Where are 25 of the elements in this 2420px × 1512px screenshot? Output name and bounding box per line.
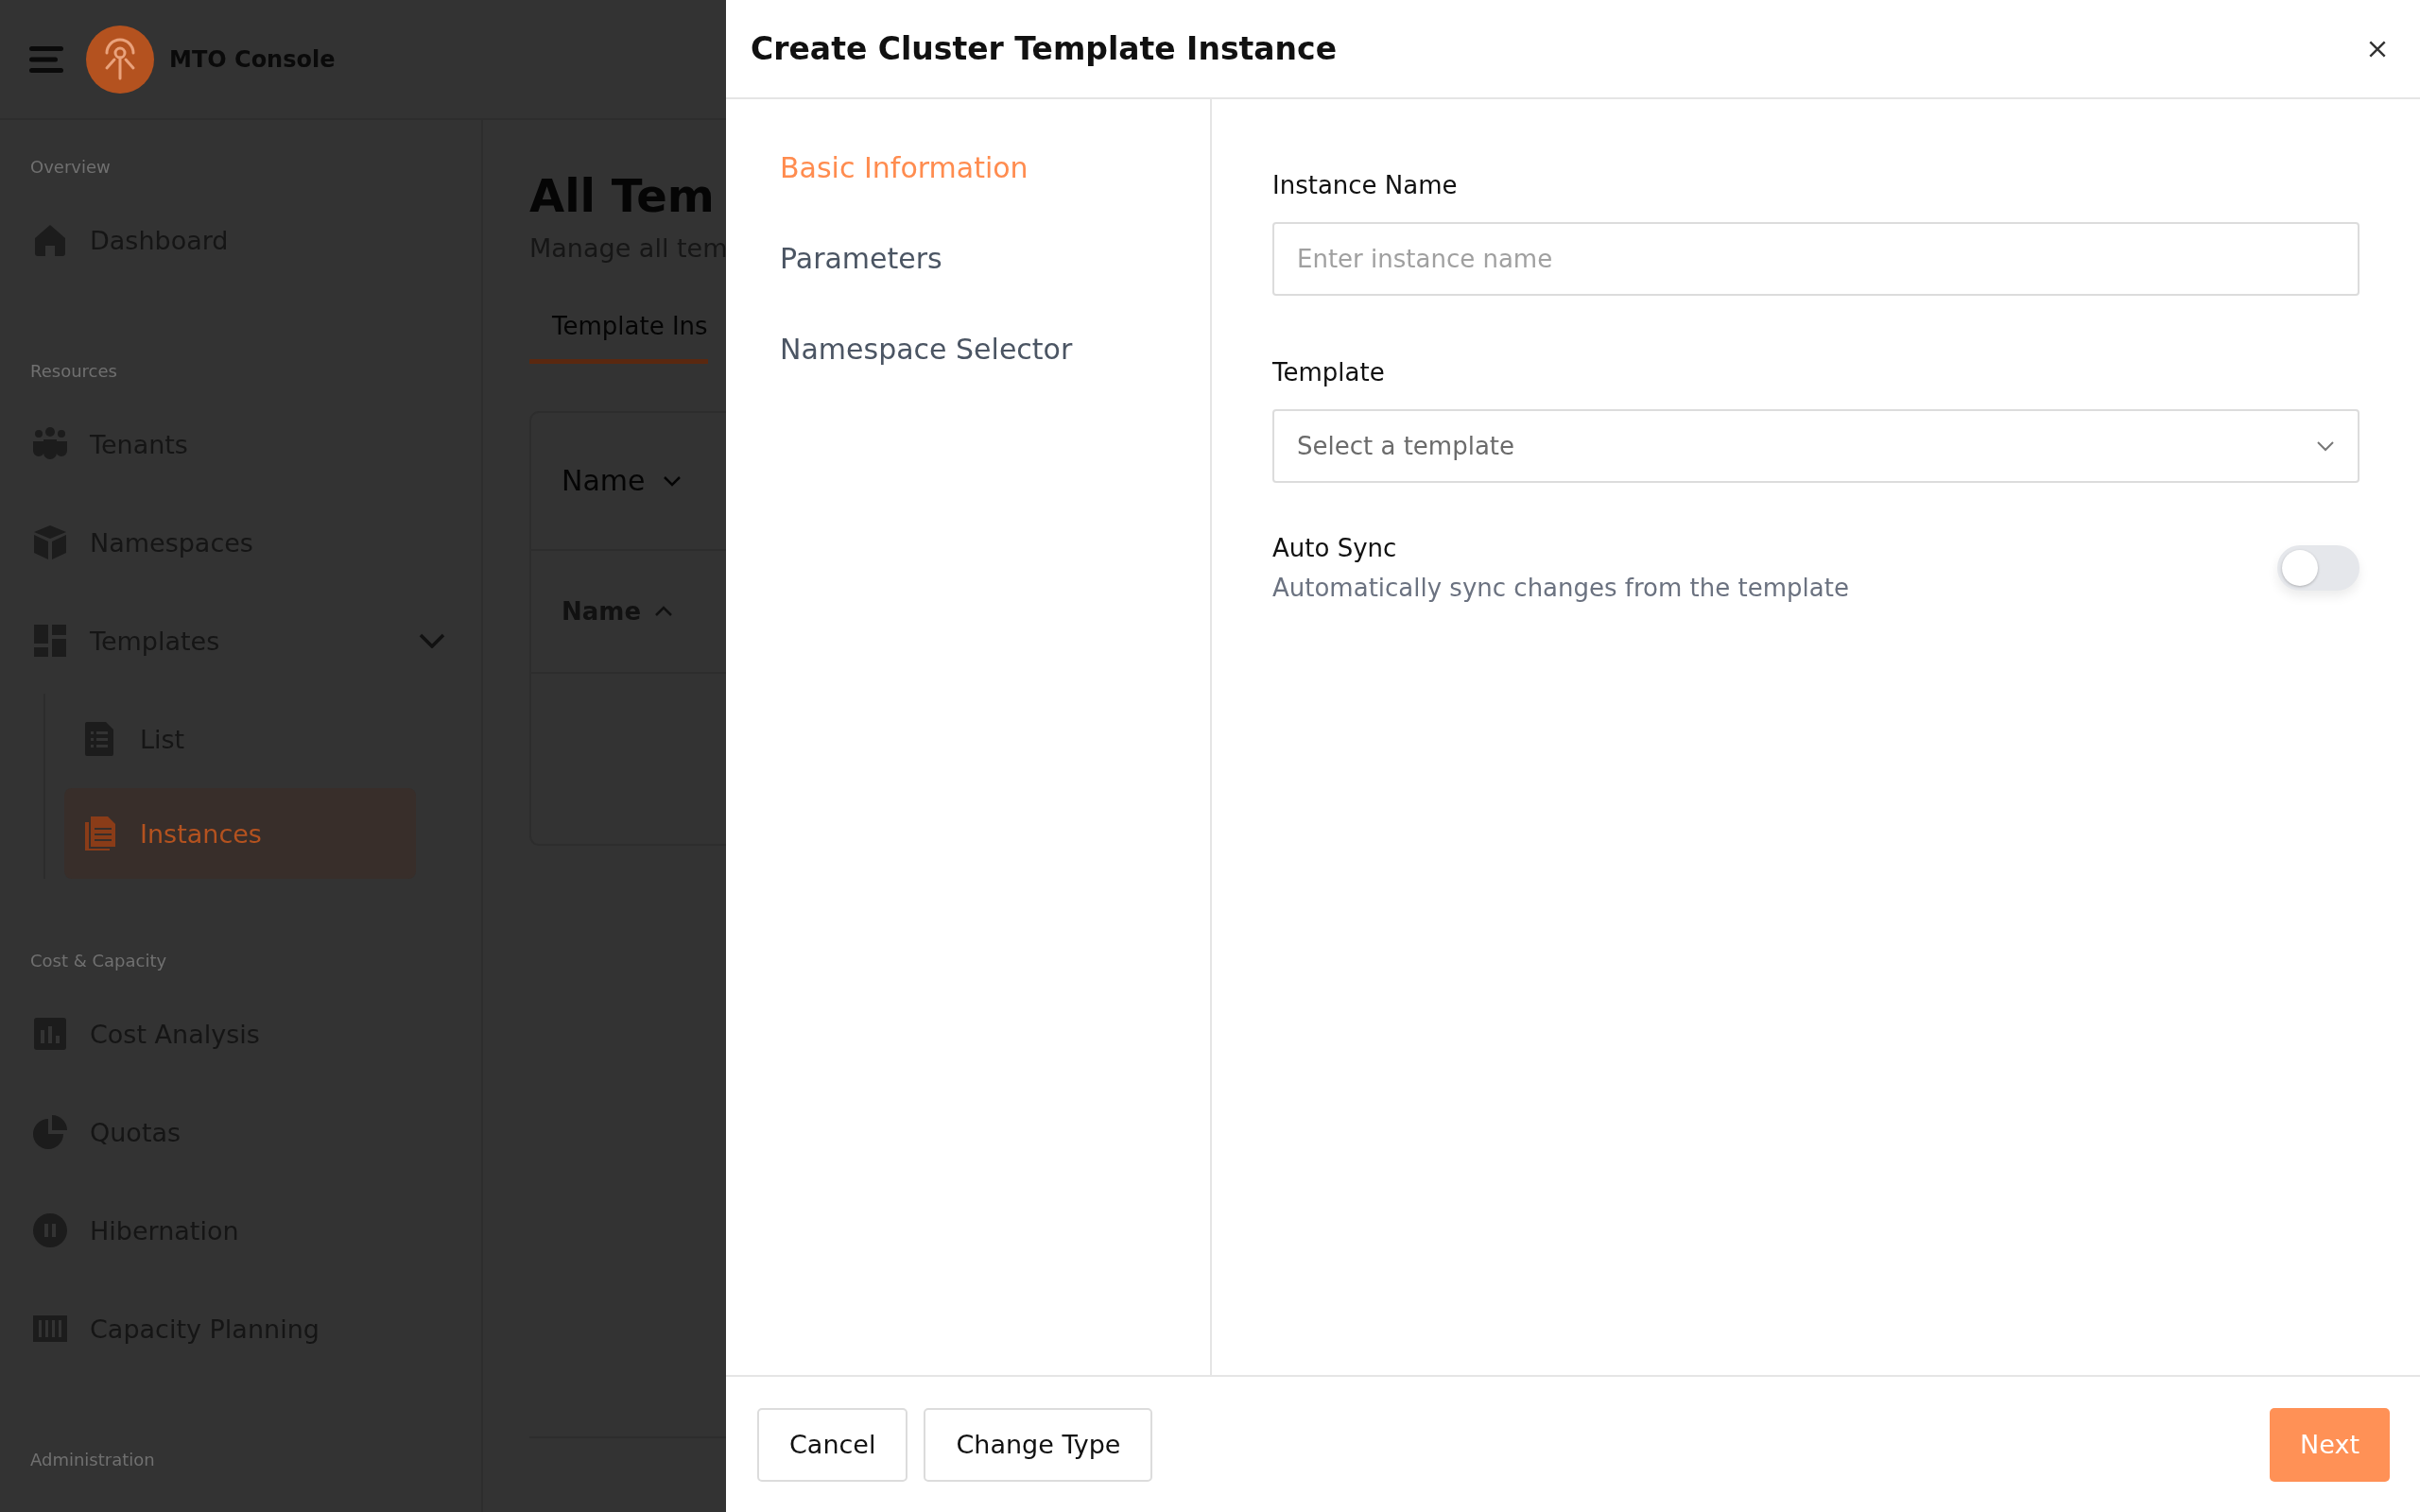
section-label: Administration xyxy=(29,1449,156,1471)
primary-button[interactable]: Next xyxy=(2270,1407,2390,1482)
secondary-button[interactable]: Cancel xyxy=(757,1407,908,1482)
field-label: Auto Sync xyxy=(1272,534,1398,562)
step-item[interactable]: Basic Information xyxy=(780,122,1028,213)
field-label: Instance Name xyxy=(1272,171,1459,199)
section-label: Cost & Capacity xyxy=(29,950,168,972)
field-label: Template xyxy=(1272,358,1386,387)
field-description: Automatically sync changes from the template xyxy=(1272,574,1850,602)
nav-item[interactable]: Instances xyxy=(64,788,416,879)
step-item[interactable]: Namespace Selector xyxy=(780,303,1073,394)
box-icon xyxy=(31,524,69,561)
chevron-down-icon xyxy=(662,474,682,487)
step-item[interactable]: Parameters xyxy=(780,213,942,303)
pie-icon xyxy=(31,1113,69,1151)
chevron-down-icon xyxy=(2316,440,2335,452)
dialog-title: Create Cluster Template Instance xyxy=(751,30,1338,67)
toggle-switch[interactable] xyxy=(2277,545,2360,591)
select-field[interactable]: Select a template xyxy=(1272,409,2360,483)
input-field[interactable]: Enter instance name xyxy=(1272,222,2360,296)
section-label: Resources xyxy=(29,360,118,383)
section-label: Overview xyxy=(29,156,112,179)
menu-icon[interactable] xyxy=(29,44,63,74)
logo-icon xyxy=(86,25,154,94)
secondary-button[interactable]: Change Type xyxy=(924,1407,1153,1482)
